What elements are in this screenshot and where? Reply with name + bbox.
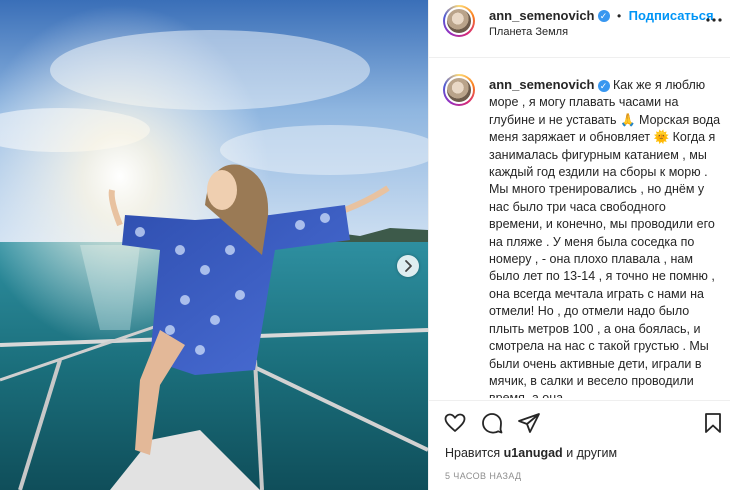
post-photo[interactable] bbox=[0, 0, 428, 490]
header-user-line: ann_semenovich ✓ • Подписаться bbox=[489, 7, 714, 25]
caption-text: Как же я люблю море , я могу плавать час… bbox=[489, 78, 721, 398]
action-bar: Нравится u1anugad и другим 5 ЧАСОВ НАЗАД bbox=[429, 400, 730, 490]
post-photo-image bbox=[0, 0, 428, 490]
caption-avatar[interactable] bbox=[443, 74, 475, 106]
likes-line: Нравится u1anugad и другим bbox=[445, 446, 617, 460]
comment-icon bbox=[482, 413, 503, 434]
avatar[interactable] bbox=[443, 5, 475, 37]
post-header: ann_semenovich ✓ • Подписаться Планета Зе… bbox=[429, 0, 730, 58]
caption: ann_semenovich ✓ Как же я люблю море , я … bbox=[489, 76, 721, 398]
post-timestamp[interactable]: 5 ЧАСОВ НАЗАД bbox=[445, 471, 522, 481]
separator-dot: • bbox=[616, 9, 622, 23]
chevron-right-icon bbox=[405, 260, 412, 272]
heart-icon bbox=[444, 413, 466, 432]
like-button[interactable] bbox=[443, 411, 467, 435]
verified-badge-icon: ✓ bbox=[597, 9, 610, 22]
location-link[interactable]: Планета Земля bbox=[489, 26, 568, 38]
verified-badge-icon: ✓ bbox=[597, 79, 610, 92]
username-link[interactable]: ann_semenovich bbox=[489, 8, 595, 23]
likes-user-link[interactable]: u1anugad bbox=[504, 446, 563, 460]
likes-prefix: Нравится bbox=[445, 446, 501, 460]
bookmark-icon bbox=[705, 413, 721, 433]
save-button[interactable] bbox=[701, 411, 725, 435]
more-options-button[interactable] bbox=[705, 13, 723, 27]
share-button[interactable] bbox=[517, 411, 541, 435]
follow-button[interactable]: Подписаться bbox=[629, 8, 714, 23]
more-horizontal-icon bbox=[706, 18, 722, 22]
likes-others-link[interactable]: и другим bbox=[566, 446, 617, 460]
carousel-next-button[interactable] bbox=[397, 255, 419, 277]
comment-button[interactable] bbox=[480, 411, 504, 435]
caption-username-link[interactable]: ann_semenovich bbox=[489, 77, 595, 92]
post-side-panel: ann_semenovich ✓ • Подписаться Планета Зе… bbox=[428, 0, 730, 490]
paper-plane-icon bbox=[518, 413, 540, 433]
